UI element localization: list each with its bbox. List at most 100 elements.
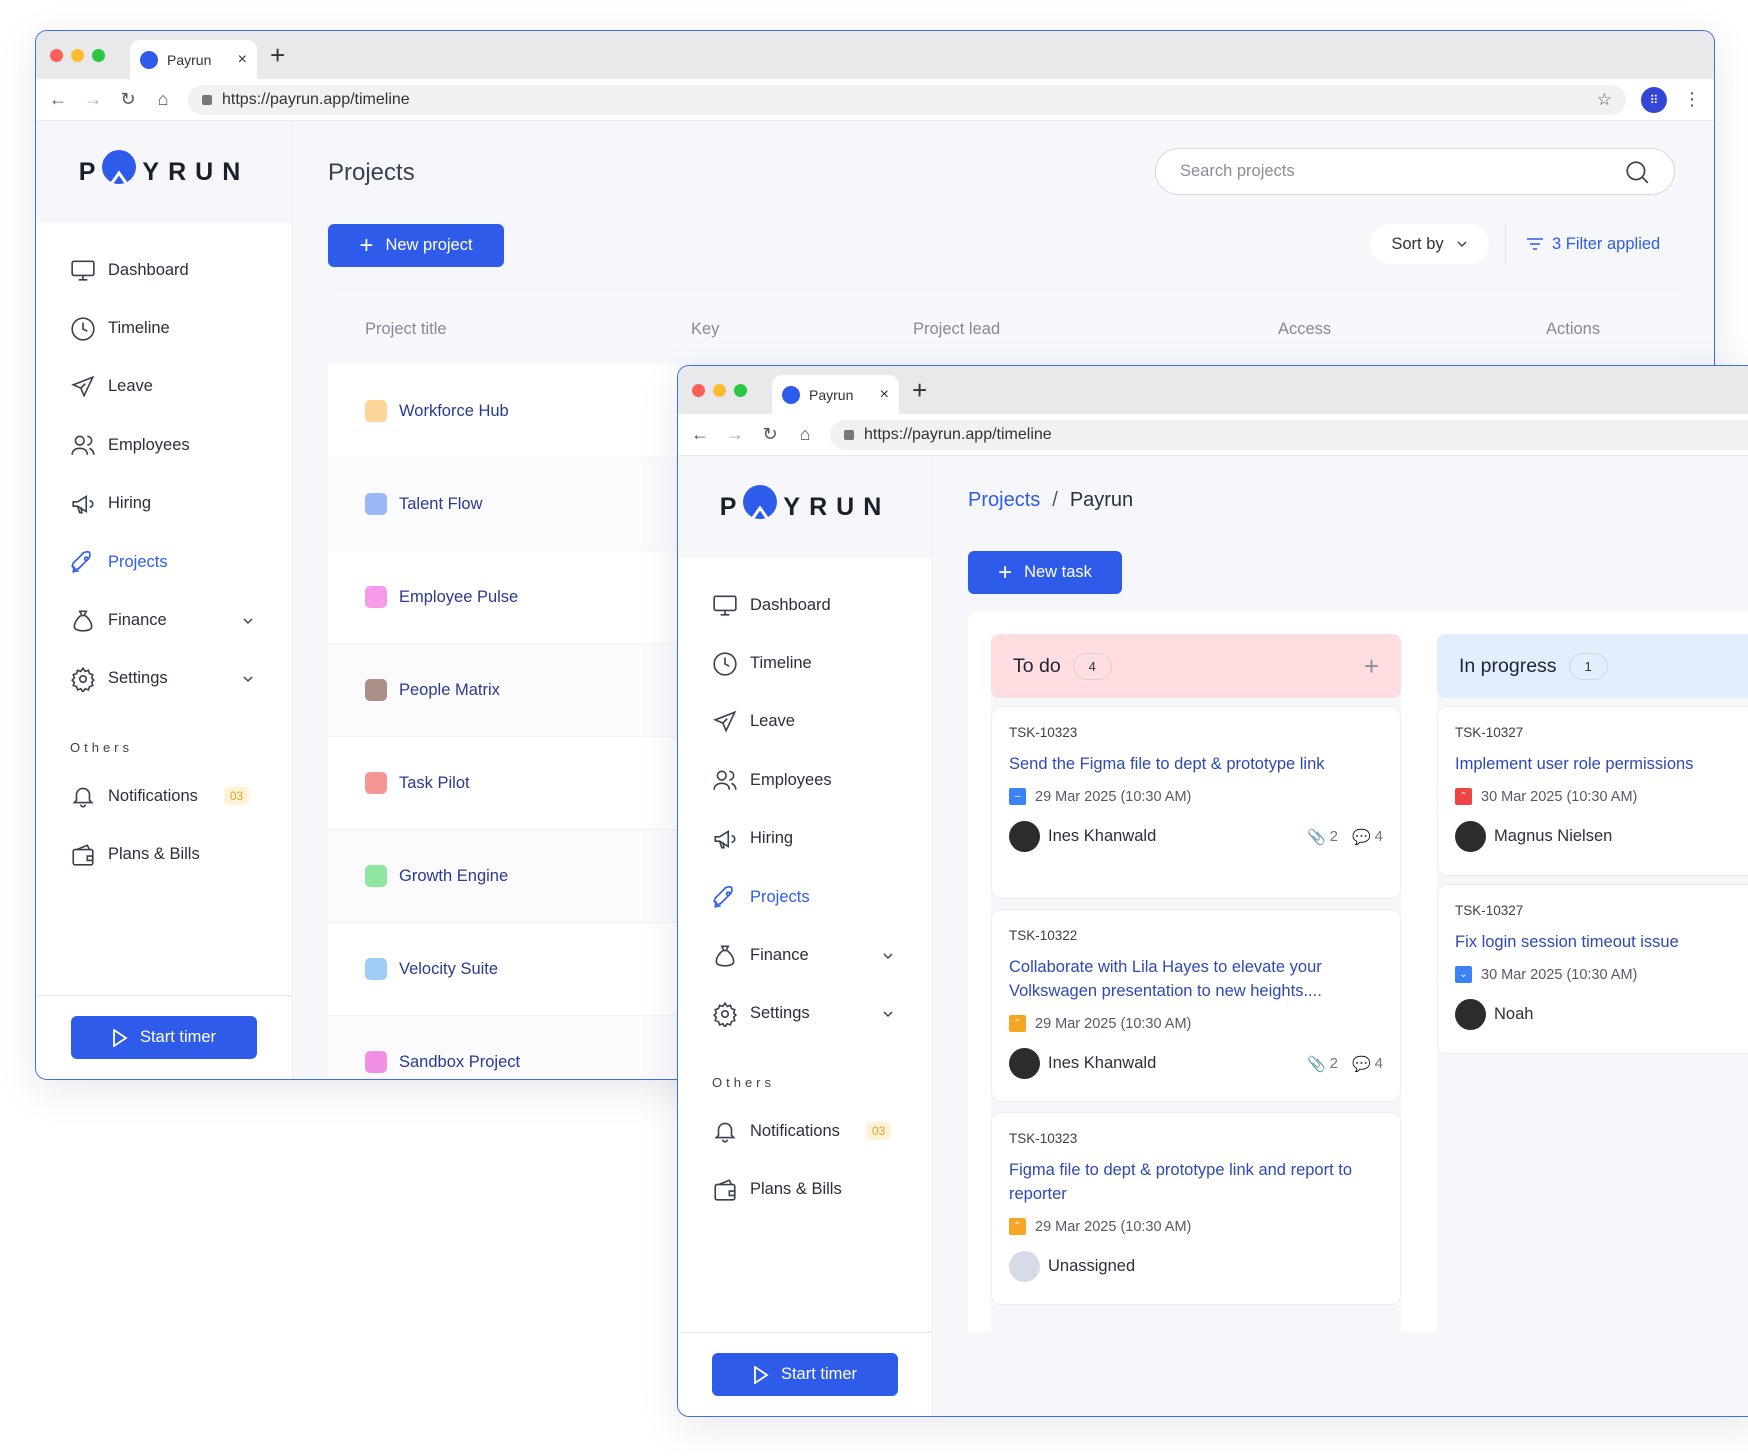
- sidebar-item-leave[interactable]: Leave: [36, 358, 292, 416]
- wallet-icon: [714, 1178, 736, 1201]
- megaphone-icon: [714, 829, 736, 849]
- bookmark-star-icon[interactable]: ☆: [1597, 90, 1612, 110]
- payrun-logo[interactable]: P YRUN: [720, 485, 891, 529]
- sidebar-item-settings[interactable]: Settings: [678, 985, 932, 1043]
- tab-bar: Payrun × +: [678, 366, 1748, 414]
- col-project-lead[interactable]: Project lead: [913, 320, 1278, 339]
- task-title-link[interactable]: Fix login session timeout issue: [1455, 930, 1748, 954]
- sidebar-item-plans[interactable]: Plans & Bills: [678, 1161, 932, 1219]
- forward-icon[interactable]: →: [83, 89, 103, 110]
- home-icon[interactable]: ⌂: [153, 89, 173, 110]
- sidebar-item-finance[interactable]: Finance: [36, 591, 292, 649]
- close-dot[interactable]: [692, 384, 705, 397]
- attachment-icon[interactable]: 📎 2: [1307, 828, 1338, 846]
- payrun-logo[interactable]: P YRUN: [79, 150, 250, 194]
- project-name-link[interactable]: Employee Pulse: [399, 588, 518, 607]
- add-task-icon[interactable]: +: [1364, 651, 1379, 682]
- project-name-link[interactable]: Growth Engine: [399, 867, 508, 886]
- project-name-link[interactable]: People Matrix: [399, 681, 500, 700]
- project-color-swatch: [365, 679, 387, 701]
- project-name-link[interactable]: Velocity Suite: [399, 960, 498, 979]
- browser-tab[interactable]: Payrun ×: [772, 375, 899, 414]
- project-name-link[interactable]: Workforce Hub: [399, 402, 509, 421]
- address-bar[interactable]: https://payrun.app/timeline ☆: [188, 84, 1626, 115]
- maximize-dot[interactable]: [92, 49, 105, 62]
- attachment-icon[interactable]: 📎 2: [1307, 1055, 1338, 1073]
- start-timer-button[interactable]: Start timer: [712, 1353, 898, 1396]
- minimize-dot[interactable]: [71, 49, 84, 62]
- money-bag-icon: [73, 609, 93, 632]
- project-name-link[interactable]: Task Pilot: [399, 774, 470, 793]
- sidebar-item-dashboard[interactable]: Dashboard: [678, 576, 932, 634]
- task-id: TSK-10323: [1009, 1131, 1078, 1146]
- avatar[interactable]: [1009, 1048, 1040, 1079]
- back-icon[interactable]: ←: [690, 424, 710, 445]
- sidebar-item-employees[interactable]: Employees: [678, 751, 932, 809]
- comment-icon[interactable]: 💬 4: [1352, 828, 1383, 846]
- sidebar-item-notifications[interactable]: Notifications 03: [36, 767, 292, 825]
- tab-close-icon[interactable]: ×: [238, 51, 247, 69]
- sidebar-item-settings[interactable]: Settings: [36, 650, 292, 708]
- task-card[interactable]: TSK-10327 Fix login session timeout issue…: [1437, 884, 1748, 1054]
- avatar[interactable]: [1455, 821, 1486, 852]
- sidebar-item-finance[interactable]: Finance: [678, 926, 932, 984]
- sidebar-item-hiring[interactable]: Hiring: [678, 810, 932, 868]
- minimize-dot[interactable]: [713, 384, 726, 397]
- project-name-link[interactable]: Sandbox Project: [399, 1053, 520, 1072]
- new-tab-button[interactable]: +: [912, 377, 927, 403]
- bell-icon: [72, 787, 94, 808]
- task-title-link[interactable]: Figma file to dept & prototype link and …: [1009, 1158, 1383, 1206]
- address-bar[interactable]: https://payrun.app/timeline: [830, 419, 1748, 450]
- search-placeholder: Search projects: [1180, 162, 1295, 180]
- bell-icon: [714, 1122, 736, 1143]
- col-access[interactable]: Access: [1278, 320, 1546, 339]
- task-card[interactable]: TSK-10327 Implement user role permissions…: [1437, 706, 1748, 876]
- back-icon[interactable]: ←: [48, 89, 68, 110]
- breadcrumb-projects-link[interactable]: Projects: [968, 489, 1040, 512]
- extension-icon[interactable]: ⠿: [1641, 86, 1667, 113]
- sidebar-item-timeline[interactable]: Timeline: [678, 634, 932, 692]
- sidebar-item-projects[interactable]: Projects: [36, 533, 292, 591]
- sidebar-item-employees[interactable]: Employees: [36, 416, 292, 474]
- tab-close-icon[interactable]: ×: [880, 386, 889, 404]
- task-title-link[interactable]: Collaborate with Lila Hayes to elevate y…: [1009, 955, 1383, 1003]
- sidebar-item-dashboard[interactable]: Dashboard: [36, 241, 292, 299]
- task-title-link[interactable]: Send the Figma file to dept & prototype …: [1009, 752, 1383, 776]
- filter-button[interactable]: 3 Filter applied: [1505, 224, 1660, 264]
- project-name-link[interactable]: Talent Flow: [399, 495, 482, 514]
- browser-tab[interactable]: Payrun ×: [130, 40, 257, 79]
- avatar[interactable]: [1455, 999, 1486, 1030]
- col-project-title[interactable]: Project title: [328, 320, 691, 339]
- sidebar-item-plans[interactable]: Plans & Bills: [36, 826, 292, 884]
- sidebar-item-projects[interactable]: Projects: [678, 868, 932, 926]
- task-card[interactable]: TSK-10323 Figma file to dept & prototype …: [991, 1112, 1401, 1305]
- avatar[interactable]: [1009, 821, 1040, 852]
- task-card[interactable]: TSK-10322 Collaborate with Lila Hayes to …: [991, 909, 1401, 1102]
- maximize-dot[interactable]: [734, 384, 747, 397]
- search-input[interactable]: Search projects: [1155, 148, 1675, 195]
- sidebar-footer: Start timer: [678, 1332, 932, 1416]
- browser-menu-icon[interactable]: ⋮: [1682, 89, 1702, 110]
- home-icon[interactable]: ⌂: [795, 424, 815, 445]
- new-tab-button[interactable]: +: [270, 42, 285, 68]
- sidebar-item-leave[interactable]: Leave: [678, 693, 932, 751]
- avatar[interactable]: [1009, 1251, 1040, 1282]
- sidebar-footer: Start timer: [36, 995, 292, 1079]
- reload-icon[interactable]: ↻: [118, 89, 138, 110]
- task-title-link[interactable]: Implement user role permissions: [1455, 752, 1748, 776]
- new-task-button[interactable]: + New task: [968, 551, 1122, 594]
- reload-icon[interactable]: ↻: [760, 424, 780, 445]
- project-color-swatch: [365, 493, 387, 515]
- task-card[interactable]: TSK-10323 Send the Figma file to dept & p…: [991, 706, 1401, 899]
- new-project-button[interactable]: + New project: [328, 224, 504, 267]
- sidebar-item-hiring[interactable]: Hiring: [36, 475, 292, 533]
- col-key[interactable]: Key: [691, 320, 913, 339]
- comment-icon[interactable]: 💬 4: [1352, 1055, 1383, 1073]
- close-dot[interactable]: [50, 49, 63, 62]
- sort-by-dropdown[interactable]: Sort by: [1370, 224, 1489, 264]
- sidebar-item-timeline[interactable]: Timeline: [36, 299, 292, 357]
- start-timer-button[interactable]: Start timer: [71, 1016, 257, 1059]
- lock-icon: [844, 429, 854, 440]
- forward-icon[interactable]: →: [725, 424, 745, 445]
- sidebar-item-notifications[interactable]: Notifications 03: [678, 1102, 932, 1160]
